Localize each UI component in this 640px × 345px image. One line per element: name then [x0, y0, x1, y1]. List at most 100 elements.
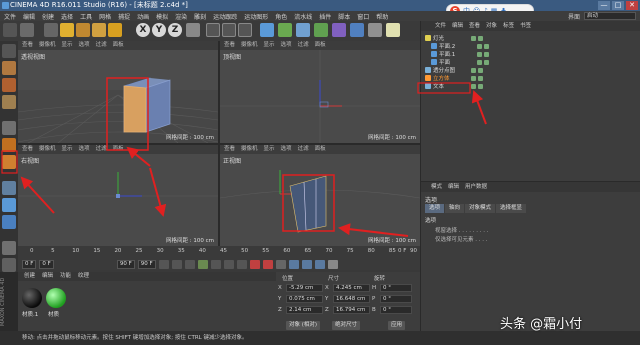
menu-item[interactable]: 文件 — [4, 12, 16, 21]
play-icon[interactable] — [197, 259, 208, 269]
make-editable-icon[interactable] — [2, 44, 16, 58]
menu-item[interactable]: 编辑 — [23, 12, 35, 21]
object-name[interactable]: 透分点图 — [433, 68, 455, 74]
y-axis-lock-button[interactable]: Y — [152, 23, 166, 37]
deformer-icon[interactable] — [332, 23, 346, 37]
menu-item[interactable]: 流水线 — [294, 12, 312, 21]
size-z-field[interactable]: 16.794 cm — [333, 306, 370, 314]
next-key-icon[interactable] — [223, 259, 234, 269]
mat-menu-function[interactable]: 功能 — [60, 272, 71, 281]
vp-menu-camera[interactable]: 摄像机 — [241, 145, 258, 154]
close-button[interactable]: ✕ — [626, 1, 638, 10]
vp-menu-display[interactable]: 显示 — [264, 41, 275, 50]
object-row[interactable]: 文本 — [425, 83, 505, 91]
object-name[interactable]: 灯光 — [433, 36, 444, 42]
tab-axis[interactable]: 轴向 — [445, 204, 465, 213]
om-menu-objects[interactable]: 对象 — [486, 21, 497, 31]
om-menu-tags[interactable]: 标签 — [503, 21, 514, 31]
maximize-button[interactable]: □ — [612, 1, 624, 10]
x-axis-lock-button[interactable]: X — [136, 23, 150, 37]
points-mode-icon[interactable] — [2, 121, 16, 135]
mat-menu-edit[interactable]: 编辑 — [42, 272, 53, 281]
material-swatch-black[interactable] — [22, 288, 42, 308]
position-z-field[interactable]: 2.14 cm — [286, 306, 323, 314]
object-name[interactable]: 平面.1 — [439, 52, 455, 58]
object-row[interactable]: 灯光 — [425, 35, 505, 43]
object-row[interactable]: 平面 — [431, 59, 511, 67]
go-to-start-icon[interactable] — [158, 259, 169, 269]
am-menu-userdata[interactable]: 用户数据 — [465, 182, 487, 192]
layer-icon[interactable] — [2, 258, 16, 272]
vp-menu-filter[interactable]: 过滤 — [298, 41, 309, 50]
vp-menu-panel[interactable]: 面板 — [113, 145, 124, 154]
vp-menu-options[interactable]: 选项 — [281, 145, 292, 154]
lock-workplane-icon[interactable] — [2, 241, 16, 255]
object-name[interactable]: 平面.2 — [439, 44, 455, 50]
front-viewport[interactable]: 查看 摄像机 显示 选项 过滤 面板 正视图 网格间距 : 100 cm — [220, 145, 420, 246]
vp-menu-view[interactable]: 查看 — [224, 41, 235, 50]
size-y-field[interactable]: 16.648 cm — [333, 295, 370, 303]
render-picture-viewer-icon[interactable] — [222, 23, 236, 37]
visibility-flags[interactable] — [477, 51, 489, 57]
vp-menu-camera[interactable]: 摄像机 — [39, 145, 56, 154]
menu-item[interactable]: 插件 — [319, 12, 331, 21]
om-menu-bookmarks[interactable]: 书签 — [520, 21, 531, 31]
floor-icon[interactable] — [350, 23, 364, 37]
preview-end-field[interactable]: 90 F — [137, 259, 156, 269]
object-row[interactable]: 平面.2 — [431, 43, 511, 51]
visibility-flags[interactable] — [471, 35, 483, 41]
vp-menu-options[interactable]: 选项 — [79, 145, 90, 154]
vp-menu-view[interactable]: 查看 — [22, 41, 33, 50]
tab-selection-display[interactable]: 选择框显 — [496, 204, 527, 213]
vp-menu-camera[interactable]: 摄像机 — [39, 41, 56, 50]
polygons-mode-icon[interactable] — [2, 155, 16, 169]
visibility-flags[interactable] — [477, 59, 489, 65]
scale-key-icon[interactable] — [301, 259, 312, 269]
vp-menu-filter[interactable]: 过滤 — [298, 145, 309, 154]
record-icon[interactable] — [249, 259, 260, 269]
menu-item[interactable]: 动画 — [137, 12, 149, 21]
workplane-mode-icon[interactable] — [2, 95, 16, 109]
edges-mode-icon[interactable] — [2, 138, 16, 152]
vp-menu-display[interactable]: 显示 — [264, 145, 275, 154]
om-menu-edit[interactable]: 编辑 — [452, 21, 463, 31]
rotation-h-field[interactable]: 0 ° — [380, 284, 412, 292]
am-menu-edit[interactable]: 编辑 — [448, 182, 459, 192]
spline-pen-icon[interactable] — [278, 23, 292, 37]
menu-item[interactable]: 模拟 — [156, 12, 168, 21]
om-menu-file[interactable]: 文件 — [435, 21, 446, 31]
material-swatch-green[interactable] — [46, 288, 66, 308]
select-arrow-icon[interactable] — [44, 23, 58, 37]
size-mode-select[interactable]: 绝对尺寸 — [332, 321, 361, 330]
go-to-end-icon[interactable] — [236, 259, 247, 269]
previous-key-icon[interactable] — [171, 259, 182, 269]
right-viewport[interactable]: 查看 摄像机 显示 选项 过滤 面板 右视图 网格间距 : 100 cm — [18, 145, 218, 246]
axis-mode-icon[interactable] — [2, 181, 16, 195]
subdivision-surface-icon[interactable] — [296, 23, 310, 37]
size-x-field[interactable]: 4.245 cm — [333, 284, 370, 292]
snap-icon[interactable] — [2, 215, 16, 229]
vp-menu-panel[interactable]: 面板 — [113, 41, 124, 50]
timeline-menu-icon[interactable] — [327, 259, 338, 269]
om-menu-view[interactable]: 查看 — [469, 21, 480, 31]
render-settings-icon[interactable] — [238, 23, 252, 37]
menu-item[interactable]: 运动跟踪 — [213, 12, 237, 21]
menu-item[interactable]: 脚本 — [338, 12, 350, 21]
object-row[interactable]: 平面.1 — [431, 51, 511, 59]
vp-menu-filter[interactable]: 过滤 — [96, 145, 107, 154]
vp-menu-display[interactable]: 显示 — [62, 41, 73, 50]
object-name[interactable]: 立方体 — [433, 76, 450, 82]
layout-select[interactable]: 启动 — [584, 12, 636, 20]
position-y-field[interactable]: 0.075 cm — [286, 295, 323, 303]
apply-button[interactable]: 应用 — [388, 321, 406, 330]
vp-menu-filter[interactable]: 过滤 — [96, 41, 107, 50]
vp-menu-panel[interactable]: 面板 — [315, 41, 326, 50]
undo-icon[interactable] — [3, 23, 17, 37]
scale-tool-icon[interactable] — [76, 23, 90, 37]
menu-item[interactable]: 选择 — [61, 12, 73, 21]
menu-item[interactable]: 工具 — [80, 12, 92, 21]
rotation-b-field[interactable]: 0 ° — [380, 306, 412, 314]
end-frame-field[interactable]: 90 F — [116, 259, 135, 269]
object-name[interactable]: 平面 — [439, 60, 450, 66]
texture-mode-icon[interactable] — [2, 78, 16, 92]
